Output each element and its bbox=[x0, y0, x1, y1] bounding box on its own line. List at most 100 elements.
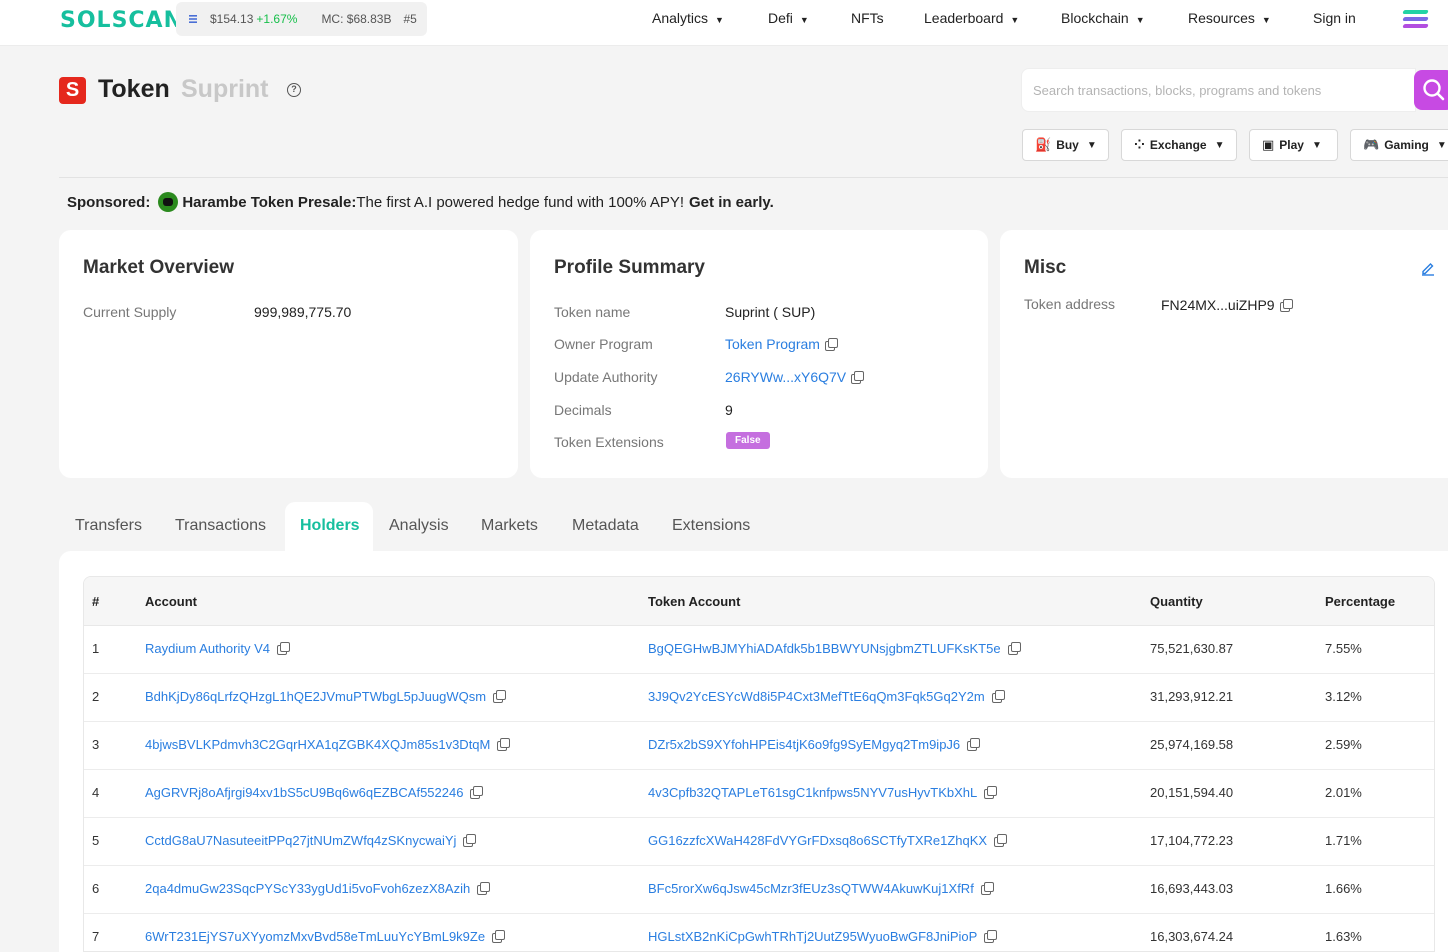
token-account-link[interactable]: 4v3Cpfb32QTAPLeT61sgC1knfpws5NYV7usHyvTK… bbox=[648, 785, 977, 800]
token-account-link-cell: 3J9Qv2YcESYcWd8i5P4Cxt3MefTtE6qQm3Fqk5Gq… bbox=[648, 689, 1005, 704]
copy-icon[interactable] bbox=[824, 337, 838, 351]
search-input[interactable] bbox=[1022, 69, 1415, 111]
account-link[interactable]: 4bjwsBVLKPdmvh3C2GqrHXA1qZGBK4XQJm85s1v3… bbox=[145, 737, 490, 752]
token-account-link[interactable]: GG16zzfcXWaH428FdVYGrFDxsq8o6SCTfyTXRe1Z… bbox=[648, 833, 987, 848]
percentage-value-cell: 1.66% bbox=[1325, 881, 1362, 896]
buy-button[interactable]: ⛽ Buy ▼ bbox=[1022, 129, 1109, 161]
market-overview-card: Market Overview Current Supply 999,989,7… bbox=[59, 230, 518, 478]
tab-extensions[interactable]: Extensions bbox=[672, 517, 750, 535]
copy-icon[interactable] bbox=[994, 834, 1008, 847]
token-account-link[interactable]: HGLstXB2nKiCpGwhTRhTj2UutZ95WyuoBwGF8Jni… bbox=[648, 929, 977, 944]
buy-label: Buy bbox=[1056, 138, 1079, 152]
account-link[interactable]: BdhKjDy86qLrfzQHzgL1hQE2JVmuPTWbgL5pJuug… bbox=[145, 689, 486, 704]
update-authority-link[interactable]: 26RYWw...xY6Q7V bbox=[725, 369, 846, 385]
account-link[interactable]: Raydium Authority V4 bbox=[145, 641, 270, 656]
account-link[interactable]: CctdG8aU7NasuteeitPPq27jtNUmZWfq4zSKnycw… bbox=[145, 833, 456, 848]
nav-nfts[interactable]: NFTs bbox=[851, 10, 884, 26]
copy-icon[interactable] bbox=[851, 370, 865, 384]
percentage-value: 1.71% bbox=[1325, 833, 1362, 848]
nav-analytics[interactable]: Analytics ▼ bbox=[652, 10, 724, 26]
tab-transfers[interactable]: Transfers bbox=[75, 517, 142, 535]
edit-icon[interactable] bbox=[1420, 260, 1436, 276]
quantity-value: 16,693,443.03 bbox=[1150, 881, 1234, 896]
solscan-logo[interactable]: SOLSCAN bbox=[60, 8, 183, 33]
gamepad-icon: 🎮 bbox=[1363, 137, 1380, 152]
copy-icon[interactable] bbox=[984, 930, 998, 943]
tab-metadata[interactable]: Metadata bbox=[572, 517, 639, 535]
token-account-link[interactable]: BFc5rorXw6qJsw45cMzr3fEUz3sQTWW4AkuwKuj1… bbox=[648, 881, 974, 896]
quantity-value-cell: 25,974,169.58 bbox=[1150, 737, 1233, 752]
current-supply-label: Current Supply bbox=[83, 304, 177, 320]
copy-icon[interactable] bbox=[493, 690, 507, 703]
table-header: # Account Token Account Quantity Percent… bbox=[84, 577, 1434, 626]
tab-analysis[interactable]: Analysis bbox=[389, 517, 449, 535]
sol-price-ticker: $154.13 +1.67% MC: $68.83B #5 bbox=[176, 2, 427, 36]
copy-icon[interactable] bbox=[984, 786, 998, 799]
token-account-link[interactable]: BgQEGHwBJMYhiADAfdk5b1BBWYUNsjgbmZTLUFKs… bbox=[648, 641, 1001, 656]
token-logo: S bbox=[59, 77, 86, 104]
percentage-value: 1.63% bbox=[1325, 929, 1362, 944]
percentage-value-cell: 1.63% bbox=[1325, 929, 1362, 944]
nav-blockchain[interactable]: Blockchain ▼ bbox=[1061, 10, 1145, 26]
owner-program-link[interactable]: Token Program bbox=[725, 336, 820, 352]
tab-markets[interactable]: Markets bbox=[481, 517, 538, 535]
nav-label: Analytics bbox=[652, 10, 709, 26]
tab-holders[interactable]: Holders bbox=[300, 517, 360, 535]
row-rank-cell: 7 bbox=[92, 929, 99, 944]
sponsored-banner[interactable]: Sponsored: Harambe Token Presale: The fi… bbox=[67, 192, 774, 212]
copy-icon[interactable] bbox=[492, 930, 506, 943]
percentage-value: 2.01% bbox=[1325, 785, 1362, 800]
percentage-value-cell: 3.12% bbox=[1325, 689, 1362, 704]
nav-leaderboard[interactable]: Leaderboard ▼ bbox=[924, 10, 1019, 26]
exchange-label: Exchange bbox=[1149, 138, 1207, 152]
copy-icon[interactable] bbox=[991, 690, 1005, 703]
copy-icon[interactable] bbox=[1007, 642, 1021, 655]
account-link[interactable]: 2qa4dmuGw23SqcPYScY33ygUd1i5voFvoh6zezX8… bbox=[145, 881, 470, 896]
nav-resources[interactable]: Resources ▼ bbox=[1188, 10, 1271, 26]
sign-in-link[interactable]: Sign in bbox=[1313, 10, 1356, 26]
menu-icon[interactable] bbox=[1402, 10, 1429, 30]
market-rank: #5 bbox=[403, 12, 417, 26]
copy-icon[interactable] bbox=[470, 786, 484, 799]
copy-icon[interactable] bbox=[463, 834, 477, 847]
exchange-button[interactable]: ⁘ Exchange ▼ bbox=[1121, 129, 1237, 161]
nav-label: Defi bbox=[768, 10, 793, 26]
token-account-link[interactable]: 3J9Qv2YcESYcWd8i5P4Cxt3MefTtE6qQm3Fqk5Gq… bbox=[648, 689, 985, 704]
account-link[interactable]: AgGRVRj8oAfjrgi94xv1bS5cU9Bq6w6qEZBCAf55… bbox=[145, 785, 463, 800]
solana-icon bbox=[189, 15, 197, 23]
help-icon[interactable]: ? bbox=[287, 83, 301, 97]
copy-icon[interactable] bbox=[967, 738, 981, 751]
copy-icon[interactable] bbox=[477, 882, 491, 895]
table-row: 4 AgGRVRj8oAfjrgi94xv1bS5cU9Bq6w6qEZBCAf5… bbox=[84, 770, 1434, 818]
nav-label: Leaderboard bbox=[924, 10, 1004, 26]
account-link[interactable]: 6WrT231EjYS7uXYyomzMxvBvd58eTmLuuYcYBmL9… bbox=[145, 929, 485, 944]
search-button[interactable] bbox=[1414, 70, 1448, 110]
header-quantity: Quantity bbox=[1150, 594, 1203, 609]
copy-icon[interactable] bbox=[277, 642, 291, 655]
copy-icon[interactable] bbox=[980, 882, 994, 895]
account-link-cell: BdhKjDy86qLrfzQHzgL1hQE2JVmuPTWbgL5pJuug… bbox=[145, 689, 507, 704]
sol-price-change: +1.67% bbox=[256, 12, 298, 26]
table-row: 1 Raydium Authority V4 BgQEGHwBJMYhiADAfdk… bbox=[84, 626, 1434, 674]
token-account-link-cell: GG16zzfcXWaH428FdVYGrFDxsq8o6SCTfyTXRe1Z… bbox=[648, 833, 1008, 848]
nav-defi[interactable]: Defi ▼ bbox=[768, 10, 809, 26]
account-link-cell: Raydium Authority V4 bbox=[145, 641, 291, 656]
play-icon: ▣ bbox=[1262, 137, 1275, 152]
quantity-value-cell: 16,693,443.03 bbox=[1150, 881, 1233, 896]
update-authority-row: 26RYWw...xY6Q7V bbox=[725, 369, 865, 385]
token-address-label: Token address bbox=[1024, 296, 1116, 312]
copy-icon[interactable] bbox=[1279, 298, 1293, 312]
top-header: SOLSCAN $154.13 +1.67% MC: $68.83B #5 An… bbox=[0, 0, 1448, 46]
percentage-value-cell: 7.55% bbox=[1325, 641, 1362, 656]
row-rank: 7 bbox=[92, 929, 100, 944]
play-button[interactable]: ▣ Play ▼ bbox=[1249, 129, 1338, 161]
row-rank: 4 bbox=[92, 785, 100, 800]
header-percentage: Percentage bbox=[1325, 594, 1396, 609]
gaming-button[interactable]: 🎮 Gaming ▼ bbox=[1350, 129, 1448, 161]
tab-transactions[interactable]: Transactions bbox=[175, 517, 266, 535]
owner-program-label: Owner Program bbox=[554, 336, 653, 352]
row-rank-cell: 5 bbox=[92, 833, 99, 848]
sponsored-cta[interactable]: Get in early. bbox=[689, 194, 774, 211]
token-account-link[interactable]: DZr5x2bS9XYfohHPEis4tjK6o9fg9SyEMgyq2Tm9… bbox=[648, 737, 960, 752]
copy-icon[interactable] bbox=[497, 738, 511, 751]
